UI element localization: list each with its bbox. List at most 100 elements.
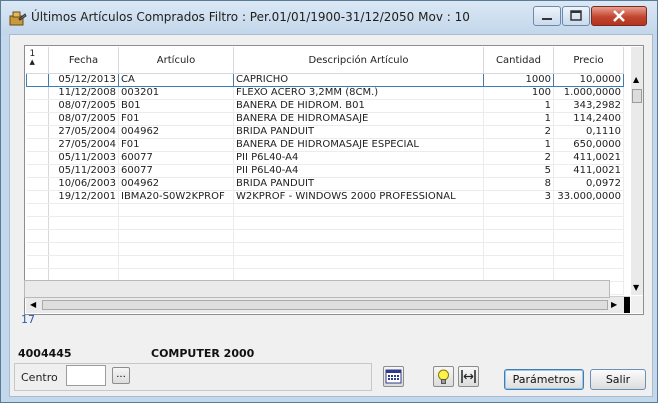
cell-cantidad: 1000 <box>483 73 554 87</box>
close-button[interactable] <box>591 6 647 26</box>
sort-indicator-header[interactable]: 1 ▲ <box>26 47 49 74</box>
column-header-fecha[interactable]: Fecha <box>48 47 119 74</box>
scroll-left-icon[interactable]: ◀ <box>30 300 36 310</box>
cell-fecha: 05/11/2003 <box>48 164 119 178</box>
cell-descripcion: W2KPROF - WINDOWS 2000 PROFESSIONAL <box>233 190 484 204</box>
parametros-button[interactable]: Parámetros <box>504 369 584 390</box>
header-row: 1 ▲ Fecha Artículo Descripción Artículo … <box>26 47 624 74</box>
maximize-button[interactable] <box>562 6 590 26</box>
salir-label: Salir <box>605 373 631 386</box>
horizontal-scrollbar[interactable]: ◀ ▶ <box>26 296 630 313</box>
main-window: Últimos Artículos Comprados Filtro : Per… <box>0 0 658 403</box>
table-row[interactable]: 10/06/2003 004962 BRIDA PANDUIT 8 0,0972 <box>26 177 624 191</box>
scroll-right-icon[interactable]: ▶ <box>611 300 617 310</box>
cell-cantidad: 1 <box>483 99 554 113</box>
cell-descripcion: BRIDA PANDUIT <box>233 177 484 191</box>
row-indicator <box>26 151 49 165</box>
cell-cantidad: 1 <box>483 138 554 152</box>
column-header-cantidad[interactable]: Cantidad <box>483 47 554 74</box>
row-indicator <box>26 138 49 152</box>
cell-fecha: 08/07/2005 <box>48 99 119 113</box>
cell-precio: 411,0021 <box>553 164 624 178</box>
customer-code: 4004445 <box>18 347 72 360</box>
cell-fecha: 05/12/2013 <box>48 73 119 87</box>
centro-input[interactable] <box>66 365 106 386</box>
vertical-scroll-thumb[interactable] <box>632 89 642 103</box>
table-row-empty <box>26 229 624 243</box>
vertical-scrollbar[interactable]: ▲ ▼ <box>631 47 643 295</box>
table-row-empty <box>26 216 624 230</box>
hint-button[interactable] <box>433 366 454 387</box>
grid-footer-bar <box>24 280 610 298</box>
sort-up-icon: ▲ <box>29 58 35 66</box>
lightbulb-icon <box>438 369 449 384</box>
row-indicator <box>26 125 49 139</box>
column-width-icon <box>461 370 476 383</box>
cell-fecha: 27/05/2004 <box>48 125 119 139</box>
calendar-icon <box>385 369 402 384</box>
cell-articulo: 60077 <box>118 164 234 178</box>
cell-precio: 0,1110 <box>553 125 624 139</box>
cell-precio: 1.000,0000 <box>553 86 624 100</box>
articles-grid[interactable]: 1 ▲ Fecha Artículo Descripción Artículo … <box>24 45 644 315</box>
table-row[interactable]: 05/11/2003 60077 PII P6L40-A4 2 411,0021 <box>26 151 624 165</box>
cell-fecha: 27/05/2004 <box>48 138 119 152</box>
cell-articulo: F01 <box>118 112 234 126</box>
cell-cantidad: 8 <box>483 177 554 191</box>
cell-fecha: 08/07/2005 <box>48 112 119 126</box>
minimize-icon <box>542 18 552 20</box>
table-row[interactable]: 27/05/2004 F01 BAÑERA DE HIDROMASAJE ESP… <box>26 138 624 152</box>
scroll-up-icon[interactable]: ▲ <box>633 75 639 85</box>
cell-cantidad: 1 <box>483 112 554 126</box>
table-row[interactable]: 08/07/2005 B01 BAÑERA DE HIDROM. B01 1 3… <box>26 99 624 113</box>
cell-cantidad: 2 <box>483 151 554 165</box>
table-row[interactable]: 27/05/2004 004962 BRIDA PANDUIT 2 0,1110 <box>26 125 624 139</box>
column-header-descripcion[interactable]: Descripción Artículo <box>233 47 484 74</box>
cell-cantidad: 100 <box>483 86 554 100</box>
row-indicator <box>26 164 49 178</box>
table-row[interactable]: 05/12/2013 CA CAPRICHO 1000 10,0000 <box>26 73 624 87</box>
articles-table: 1 ▲ Fecha Artículo Descripción Artículo … <box>26 47 624 295</box>
customer-name: COMPUTER 2000 <box>151 347 255 360</box>
title-bar[interactable]: Últimos Artículos Comprados Filtro : Per… <box>1 1 657 35</box>
cell-fecha: 05/11/2003 <box>48 151 119 165</box>
cell-descripcion: BRIDA PANDUIT <box>233 125 484 139</box>
cell-precio: 33.000,0000 <box>553 190 624 204</box>
minimize-button[interactable] <box>533 6 561 26</box>
cell-cantidad: 5 <box>483 164 554 178</box>
row-indicator <box>26 73 49 87</box>
table-row[interactable]: 05/11/2003 60077 PII P6L40-A4 5 411,0021 <box>26 164 624 178</box>
cell-descripcion: CAPRICHO <box>233 73 484 87</box>
cell-descripcion: PII P6L40-A4 <box>233 164 484 178</box>
column-header-articulo[interactable]: Artículo <box>118 47 234 74</box>
cell-precio: 411,0021 <box>553 151 624 165</box>
cell-descripcion: FLEXO ACERO 3,2MM (8CM.) <box>233 86 484 100</box>
grid-viewport: 1 ▲ Fecha Artículo Descripción Artículo … <box>26 47 630 295</box>
table-row[interactable]: 11/12/2008 003201 FLEXO ACERO 3,2MM (8CM… <box>26 86 624 100</box>
salir-button[interactable]: Salir <box>590 369 646 390</box>
cell-precio: 10,0000 <box>553 73 624 87</box>
calendar-button[interactable] <box>383 366 404 387</box>
fit-columns-button[interactable] <box>458 366 479 387</box>
client-area: 1 ▲ Fecha Artículo Descripción Artículo … <box>9 34 653 397</box>
scroll-down-icon[interactable]: ▼ <box>633 283 639 293</box>
row-indicator <box>26 190 49 204</box>
centro-label: Centro <box>21 371 58 384</box>
cell-cantidad: 2 <box>483 125 554 139</box>
cell-articulo: 003201 <box>118 86 234 100</box>
maximize-icon <box>570 10 582 21</box>
row-indicator <box>26 86 49 100</box>
column-header-precio[interactable]: Precio <box>553 47 624 74</box>
cell-precio: 343,2982 <box>553 99 624 113</box>
horizontal-scroll-thumb[interactable] <box>42 300 608 310</box>
table-row-empty <box>26 203 624 217</box>
cell-articulo: 004962 <box>118 177 234 191</box>
cell-articulo: 60077 <box>118 151 234 165</box>
app-icon <box>9 11 27 26</box>
table-row[interactable]: 19/12/2001 IBMA20-S0W2KPROF W2KPROF - WI… <box>26 190 624 204</box>
centro-browse-button[interactable]: ... <box>112 367 130 384</box>
parametros-label: Parámetros <box>512 373 576 386</box>
cell-articulo: B01 <box>118 99 234 113</box>
scroll-end-marker <box>624 297 630 313</box>
table-row[interactable]: 08/07/2005 F01 BAÑERA DE HIDROMASAJE 1 1… <box>26 112 624 126</box>
